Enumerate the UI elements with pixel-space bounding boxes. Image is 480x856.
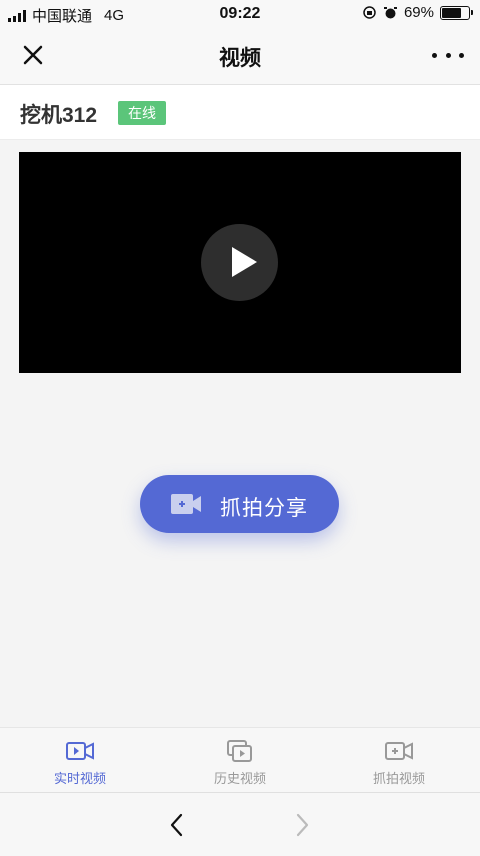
close-icon[interactable] [18,40,48,70]
device-name: 挖机312 [20,104,98,127]
play-icon [232,247,257,277]
capture-share-button[interactable]: 抓拍分享 [140,475,339,533]
video-player[interactable] [19,152,461,373]
tab-bar: 实时视频 历史视频 抓拍视频 [0,727,480,792]
chevron-right-icon[interactable] [290,811,314,839]
tab-history-video[interactable]: 历史视频 [180,738,300,787]
tab-capture-video[interactable]: 抓拍视频 [339,738,459,787]
nav-bar: 视频 [0,28,480,85]
battery-icon [440,5,473,20]
capture-video-icon [385,742,413,760]
tab-label: 实时视频 [53,771,106,786]
tab-live-video[interactable]: 实时视频 [20,738,140,787]
battery-percent: 69% [403,4,434,21]
orientation-lock-icon [363,6,376,19]
more-dots-icon[interactable] [432,42,464,68]
status-right: 69% [362,4,473,21]
browser-toolbar [0,792,480,856]
capture-share-label: 抓拍分享 [220,497,308,520]
live-video-icon [66,742,94,760]
tab-label: 抓拍视频 [372,771,425,786]
camera-capture-icon [171,494,201,514]
tab-label: 历史视频 [213,771,266,786]
history-video-icon [227,740,252,762]
device-header: 挖机312 在线 [0,85,480,140]
play-button[interactable] [201,224,278,301]
page-title: 视频 [219,47,261,70]
status-badge: 在线 [118,101,166,125]
alarm-icon [383,7,397,19]
chevron-left-icon[interactable] [165,811,189,839]
status-bar: 中国联通 4G 09:22 69% [0,0,480,28]
